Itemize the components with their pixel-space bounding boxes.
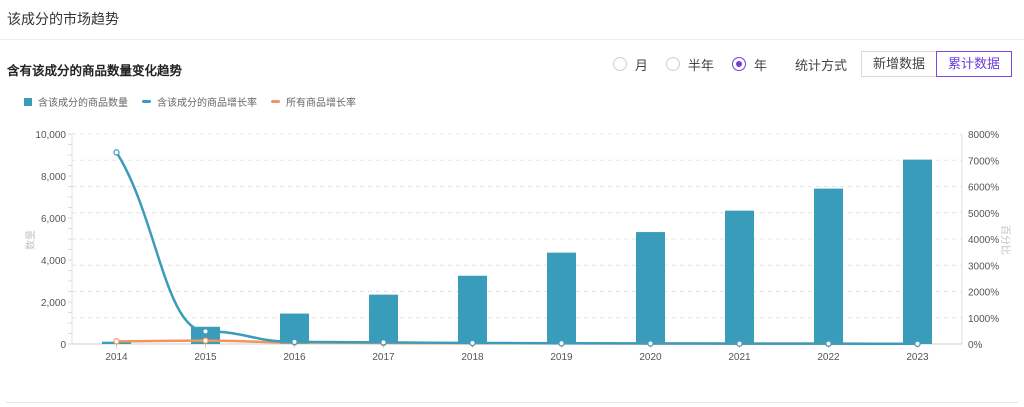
line-point	[558, 340, 565, 347]
y2-tick-label: 6000%	[968, 183, 999, 194]
line-point	[825, 340, 832, 347]
trend-chart: 0 2,000 4,000 6,000 8,000 10,000 0% 1000% 2000% 3…	[24, 130, 1011, 363]
x-tick-label: 2020	[639, 352, 662, 363]
line-point	[202, 337, 209, 344]
line-point	[469, 339, 476, 347]
y-tick-label: 2,000	[41, 298, 66, 309]
x-tick-label: 2018	[461, 352, 484, 363]
line-point	[291, 338, 298, 346]
y2-tick-label: 5000%	[968, 209, 999, 220]
line-point	[113, 149, 120, 156]
y2-tick-label: 0%	[968, 340, 983, 351]
bar	[903, 159, 932, 344]
x-tick-label: 2021	[728, 352, 751, 363]
x-tick-label: 2022	[817, 352, 840, 363]
y-tick-label: 4,000	[41, 256, 66, 267]
x-tick-label: 2019	[550, 352, 573, 363]
y2-tick-label: 7000%	[968, 156, 999, 167]
bar	[725, 210, 754, 344]
y-tick-label: 10,000	[35, 130, 66, 141]
y2-axis-title: 百分比	[999, 225, 1011, 255]
x-tick-label: 2016	[283, 352, 306, 363]
y2-tick-label: 4000%	[968, 235, 999, 246]
line-point	[736, 340, 743, 347]
line-point	[380, 339, 387, 346]
y-tick-label: 8,000	[41, 172, 66, 183]
x-tick-label: 2015	[194, 352, 217, 363]
growth-line	[115, 151, 919, 345]
y-axis-title: 数量	[24, 230, 37, 250]
line-point	[647, 340, 654, 347]
bar	[636, 232, 665, 344]
line-point	[113, 338, 120, 345]
x-tick-label: 2014	[105, 352, 128, 363]
bar	[369, 294, 398, 344]
y-tick-label: 0	[60, 340, 66, 351]
cumulative-data-button[interactable]: 累计数据	[935, 51, 1012, 77]
y2-tick-label: 3000%	[968, 261, 999, 272]
bottom-divider	[6, 402, 1018, 403]
bar	[814, 188, 843, 344]
y-tick-label: 6,000	[41, 214, 66, 225]
y2-tick-label: 1000%	[968, 314, 999, 325]
x-tick-label: 2017	[372, 352, 395, 363]
x-tick-label: 2023	[906, 352, 929, 363]
line-point	[914, 340, 921, 347]
line-point	[202, 328, 209, 335]
bar	[547, 252, 576, 344]
y2-tick-label: 8000%	[968, 130, 999, 141]
y2-tick-label: 2000%	[968, 288, 999, 299]
bar	[458, 275, 487, 344]
